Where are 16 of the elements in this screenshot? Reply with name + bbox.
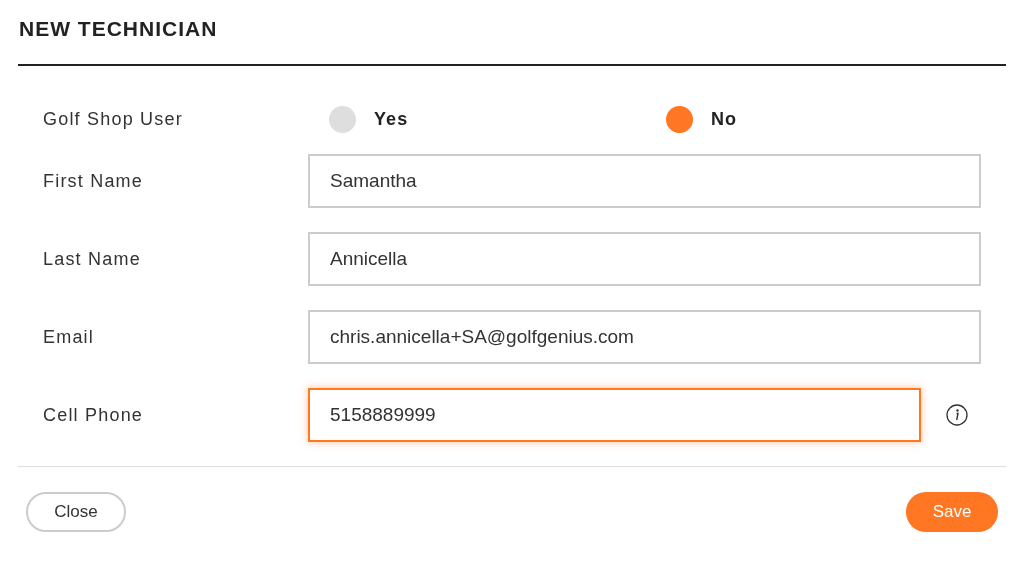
field-label: Email: [43, 326, 95, 348]
field-label: Golf Shop User: [43, 108, 184, 130]
input-field[interactable]: 5158889999: [308, 388, 921, 442]
radio-button[interactable]: [329, 105, 357, 133]
field-label: Last Name: [43, 248, 142, 270]
field-label: First Name: [43, 170, 144, 192]
info-icon[interactable]: [946, 404, 968, 426]
input-field[interactable]: Samantha: [308, 154, 981, 208]
radio-label: No: [711, 108, 738, 130]
input-field[interactable]: chris.annicella+SA@golfgenius.com: [308, 310, 981, 364]
field-label: Cell Phone: [43, 404, 145, 426]
close-button[interactable]: Close: [26, 492, 126, 532]
dialog-title: NEW TECHNICIAN: [18, 16, 219, 42]
radio-label: Yes: [374, 108, 409, 130]
radio-button[interactable]: [666, 105, 694, 133]
input-field[interactable]: Annicella: [308, 232, 981, 286]
